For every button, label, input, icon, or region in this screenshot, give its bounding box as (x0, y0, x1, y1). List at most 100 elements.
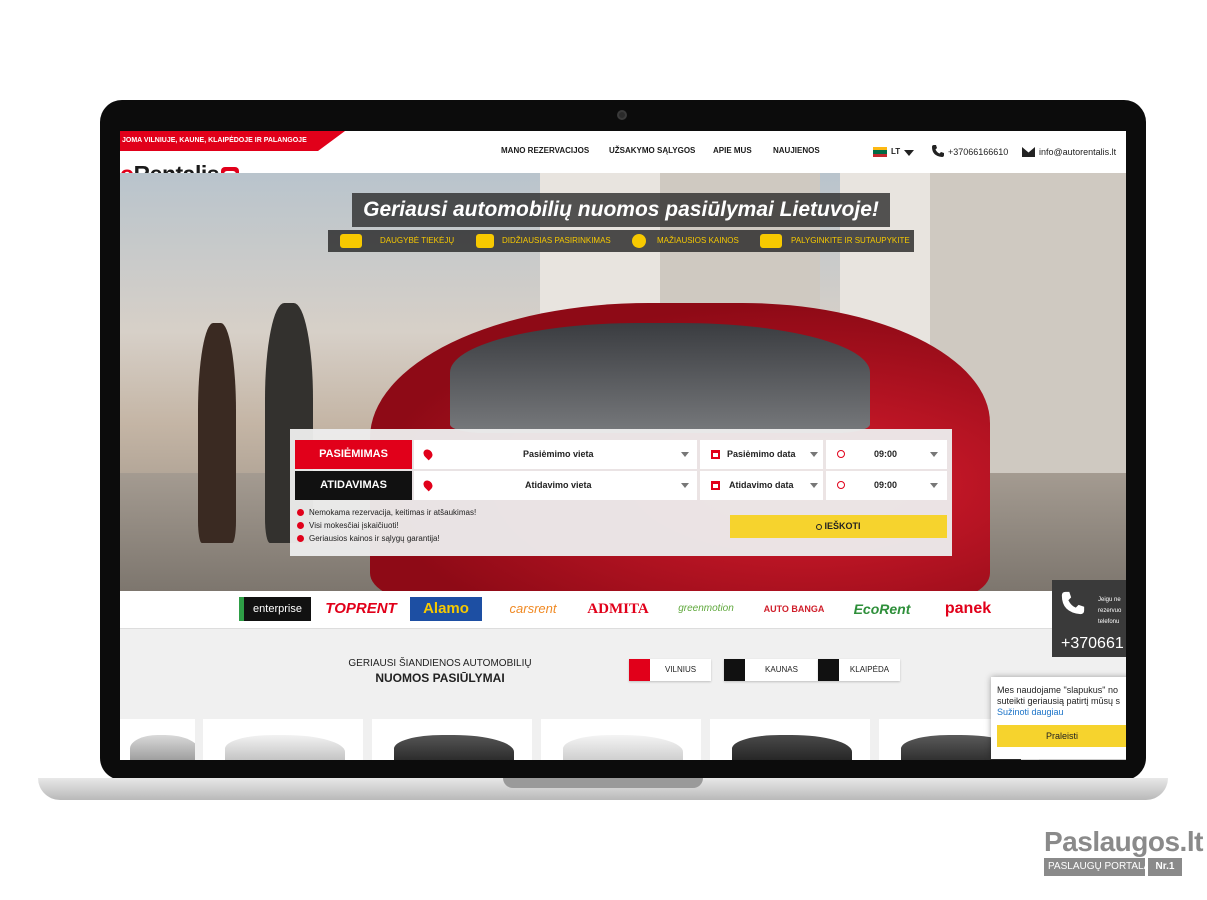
deal-card[interactable] (203, 719, 363, 760)
city-tab-vilnius[interactable]: VILNIUS (629, 659, 711, 681)
chevron-down-icon (930, 483, 938, 488)
dropoff-tag: ATIDAVIMAS (295, 471, 412, 500)
watermark-sub-text: PASLAUGŲ PORTALAS (1044, 858, 1157, 876)
city-tab-klaipeda[interactable]: KLAIPĖDA (818, 659, 900, 681)
promo-banner: JOMA VILNIUJE, KAUNE, KLAIPĖDOJE IR PALA… (120, 131, 345, 151)
pickup-date-value: Pasiėmimo data (727, 449, 796, 459)
feature-label: MAŽIAUSIOS KAINOS (657, 236, 739, 245)
hero-car-windshield (450, 323, 870, 433)
webcam (617, 110, 627, 120)
phone-icon (932, 145, 944, 157)
brand-logo-admita[interactable]: ADMITA (580, 597, 656, 621)
hero-person-woman (198, 323, 236, 543)
benefit-item: Visi mokesčiai įskaičiuoti! (295, 519, 476, 532)
header: JOMA VILNIUJE, KAUNE, KLAIPĖDOJE IR PALA… (120, 131, 1126, 187)
lithuania-flag-icon[interactable] (873, 147, 887, 157)
search-icon (816, 524, 823, 530)
search-form: PASIĖMIMAS Pasiėmimo vieta Pasiėmimo dat… (290, 429, 952, 556)
mail-icon (1022, 147, 1035, 157)
chevron-down-icon (930, 452, 938, 457)
pickup-location-select[interactable]: Pasiėmimo vieta (414, 440, 697, 469)
benefit-item: Geriausios kainos ir sąlygų garantija! (295, 532, 476, 545)
cookie-learn-more-link[interactable]: Sužinoti daugiau (997, 707, 1064, 717)
header-phone[interactable]: +37066166610 (948, 147, 1008, 157)
website-screen: JOMA VILNIUJE, KAUNE, KLAIPĖDOJE IR PALA… (120, 131, 1126, 760)
watermark-subtitle: PASLAUGŲ PORTALAS Nr.1 (1044, 858, 1182, 876)
watermark-logo: Paslaugos.lt (1044, 826, 1203, 857)
nav-reservations[interactable]: MANO REZERVACIJOS (501, 146, 589, 155)
brand-logo-carsrent[interactable]: carsrent (497, 597, 569, 621)
calendar-icon (711, 481, 720, 490)
nav-conditions[interactable]: UŽSAKYMO SĄLYGOS (609, 146, 695, 155)
laptop-notch (503, 778, 703, 788)
dropoff-date-select[interactable]: Atidavimo data (700, 471, 823, 500)
deal-car-image (394, 735, 514, 760)
phone-icon (1061, 591, 1085, 615)
benefit-item: Nemokama rezervacija, keitimas ir atšauk… (295, 506, 476, 519)
chevron-down-icon (810, 452, 818, 457)
feature-bar: DAUGYBĖ TIEKĖJŲ DIDŽIAUSIAS PASIRINKIMAS… (328, 230, 914, 252)
calendar-icon (711, 450, 720, 459)
city-tab-kaunas[interactable]: KAUNAS (724, 659, 818, 681)
brand-logo-enterprise[interactable]: enterprise (239, 597, 311, 621)
cookie-banner: Mes naudojame "slapukus" no suteikti ger… (991, 677, 1126, 759)
brand-logo-ecorent[interactable]: EcoRent (844, 597, 920, 621)
phone-widget-number[interactable]: +370661 (1061, 635, 1124, 653)
chevron-down-icon (681, 452, 689, 457)
cookie-text: Mes naudojame "slapukus" no suteikti ger… (997, 685, 1121, 706)
feature-label: PALYGINKITE IR SUTAUPYKITE (791, 236, 910, 245)
search-button[interactable]: IEŠKOTI (730, 515, 947, 538)
deal-card[interactable] (541, 719, 701, 760)
dropoff-time-value: 09:00 (874, 480, 898, 490)
pickup-time-value: 09:00 (874, 449, 898, 459)
scales-icon (760, 234, 782, 248)
list-icon (476, 234, 494, 248)
nav-news[interactable]: NAUJIENOS (773, 146, 820, 155)
deal-card[interactable] (120, 719, 195, 760)
feature-label: DIDŽIAUSIAS PASIRINKIMAS (502, 236, 611, 245)
brand-logo-alamo[interactable]: Alamo (410, 597, 482, 621)
brand-logo-toprent[interactable]: TOPRENT (325, 597, 397, 621)
dropoff-location-select[interactable]: Atidavimo vieta (414, 471, 697, 500)
chevron-down-icon (810, 483, 818, 488)
city-label: KLAIPĖDA (849, 665, 890, 674)
deal-card[interactable] (710, 719, 870, 760)
map-pin-icon (421, 478, 435, 492)
dropoff-time-select[interactable]: 09:00 (826, 471, 947, 500)
search-button-label: IEŠKOTI (824, 521, 861, 531)
benefits-list: Nemokama rezervacija, keitimas ir atšauk… (295, 506, 476, 545)
percent-icon (632, 234, 646, 248)
city-label: VILNIUS (664, 665, 697, 674)
brand-logo-panek[interactable]: panek (932, 597, 1004, 621)
pickup-date-select[interactable]: Pasiėmimo data (700, 440, 823, 469)
deal-card[interactable] (372, 719, 532, 760)
watermark: Paslaugos.lt PASLAUGŲ PORTALAS Nr.1 (1044, 826, 1203, 876)
clock-icon (837, 450, 845, 458)
nav-about[interactable]: APIE MUS (713, 146, 752, 155)
hero-title: Geriausi automobilių nuomos pasiūlymai L… (352, 193, 890, 227)
watermark-badge: Nr.1 (1148, 858, 1182, 876)
deal-car-image (130, 735, 195, 760)
language-selector[interactable]: LT (891, 147, 900, 156)
car-icon (340, 234, 362, 248)
cookie-accept-button[interactable]: Praleisti (997, 725, 1126, 747)
phone-callback-widget[interactable]: Jeigu ne rezervuo telefonu +370661 (1052, 580, 1126, 657)
deal-car-image (225, 735, 345, 760)
kaunas-icon (724, 659, 745, 681)
chevron-down-icon[interactable] (904, 150, 914, 156)
city-label: KAUNAS (765, 665, 798, 674)
deal-car-image (732, 735, 852, 760)
brands-strip: enterprise TOPRENT Alamo carsrent ADMITA… (120, 591, 1126, 629)
map-pin-icon (421, 447, 435, 461)
dropoff-date-value: Atidavimo data (729, 480, 794, 490)
deals-title-line1: GERIAUSI ŠIANDIENOS AUTOMOBILIŲ (348, 658, 532, 669)
brand-logo-greenmotion[interactable]: greenmotion (668, 597, 744, 621)
pickup-location-value: Pasiėmimo vieta (523, 449, 594, 459)
pickup-time-select[interactable]: 09:00 (826, 440, 947, 469)
dropoff-location-value: Atidavimo vieta (525, 480, 592, 490)
brand-logo-autobanga[interactable]: AUTO BANGA (756, 597, 832, 621)
header-email[interactable]: info@autorentalis.lt (1039, 147, 1116, 157)
clock-icon (837, 481, 845, 489)
deals-title-line2: NUOMOS PASIŪLYMAI (375, 671, 505, 685)
pickup-tag: PASIĖMIMAS (295, 440, 412, 469)
